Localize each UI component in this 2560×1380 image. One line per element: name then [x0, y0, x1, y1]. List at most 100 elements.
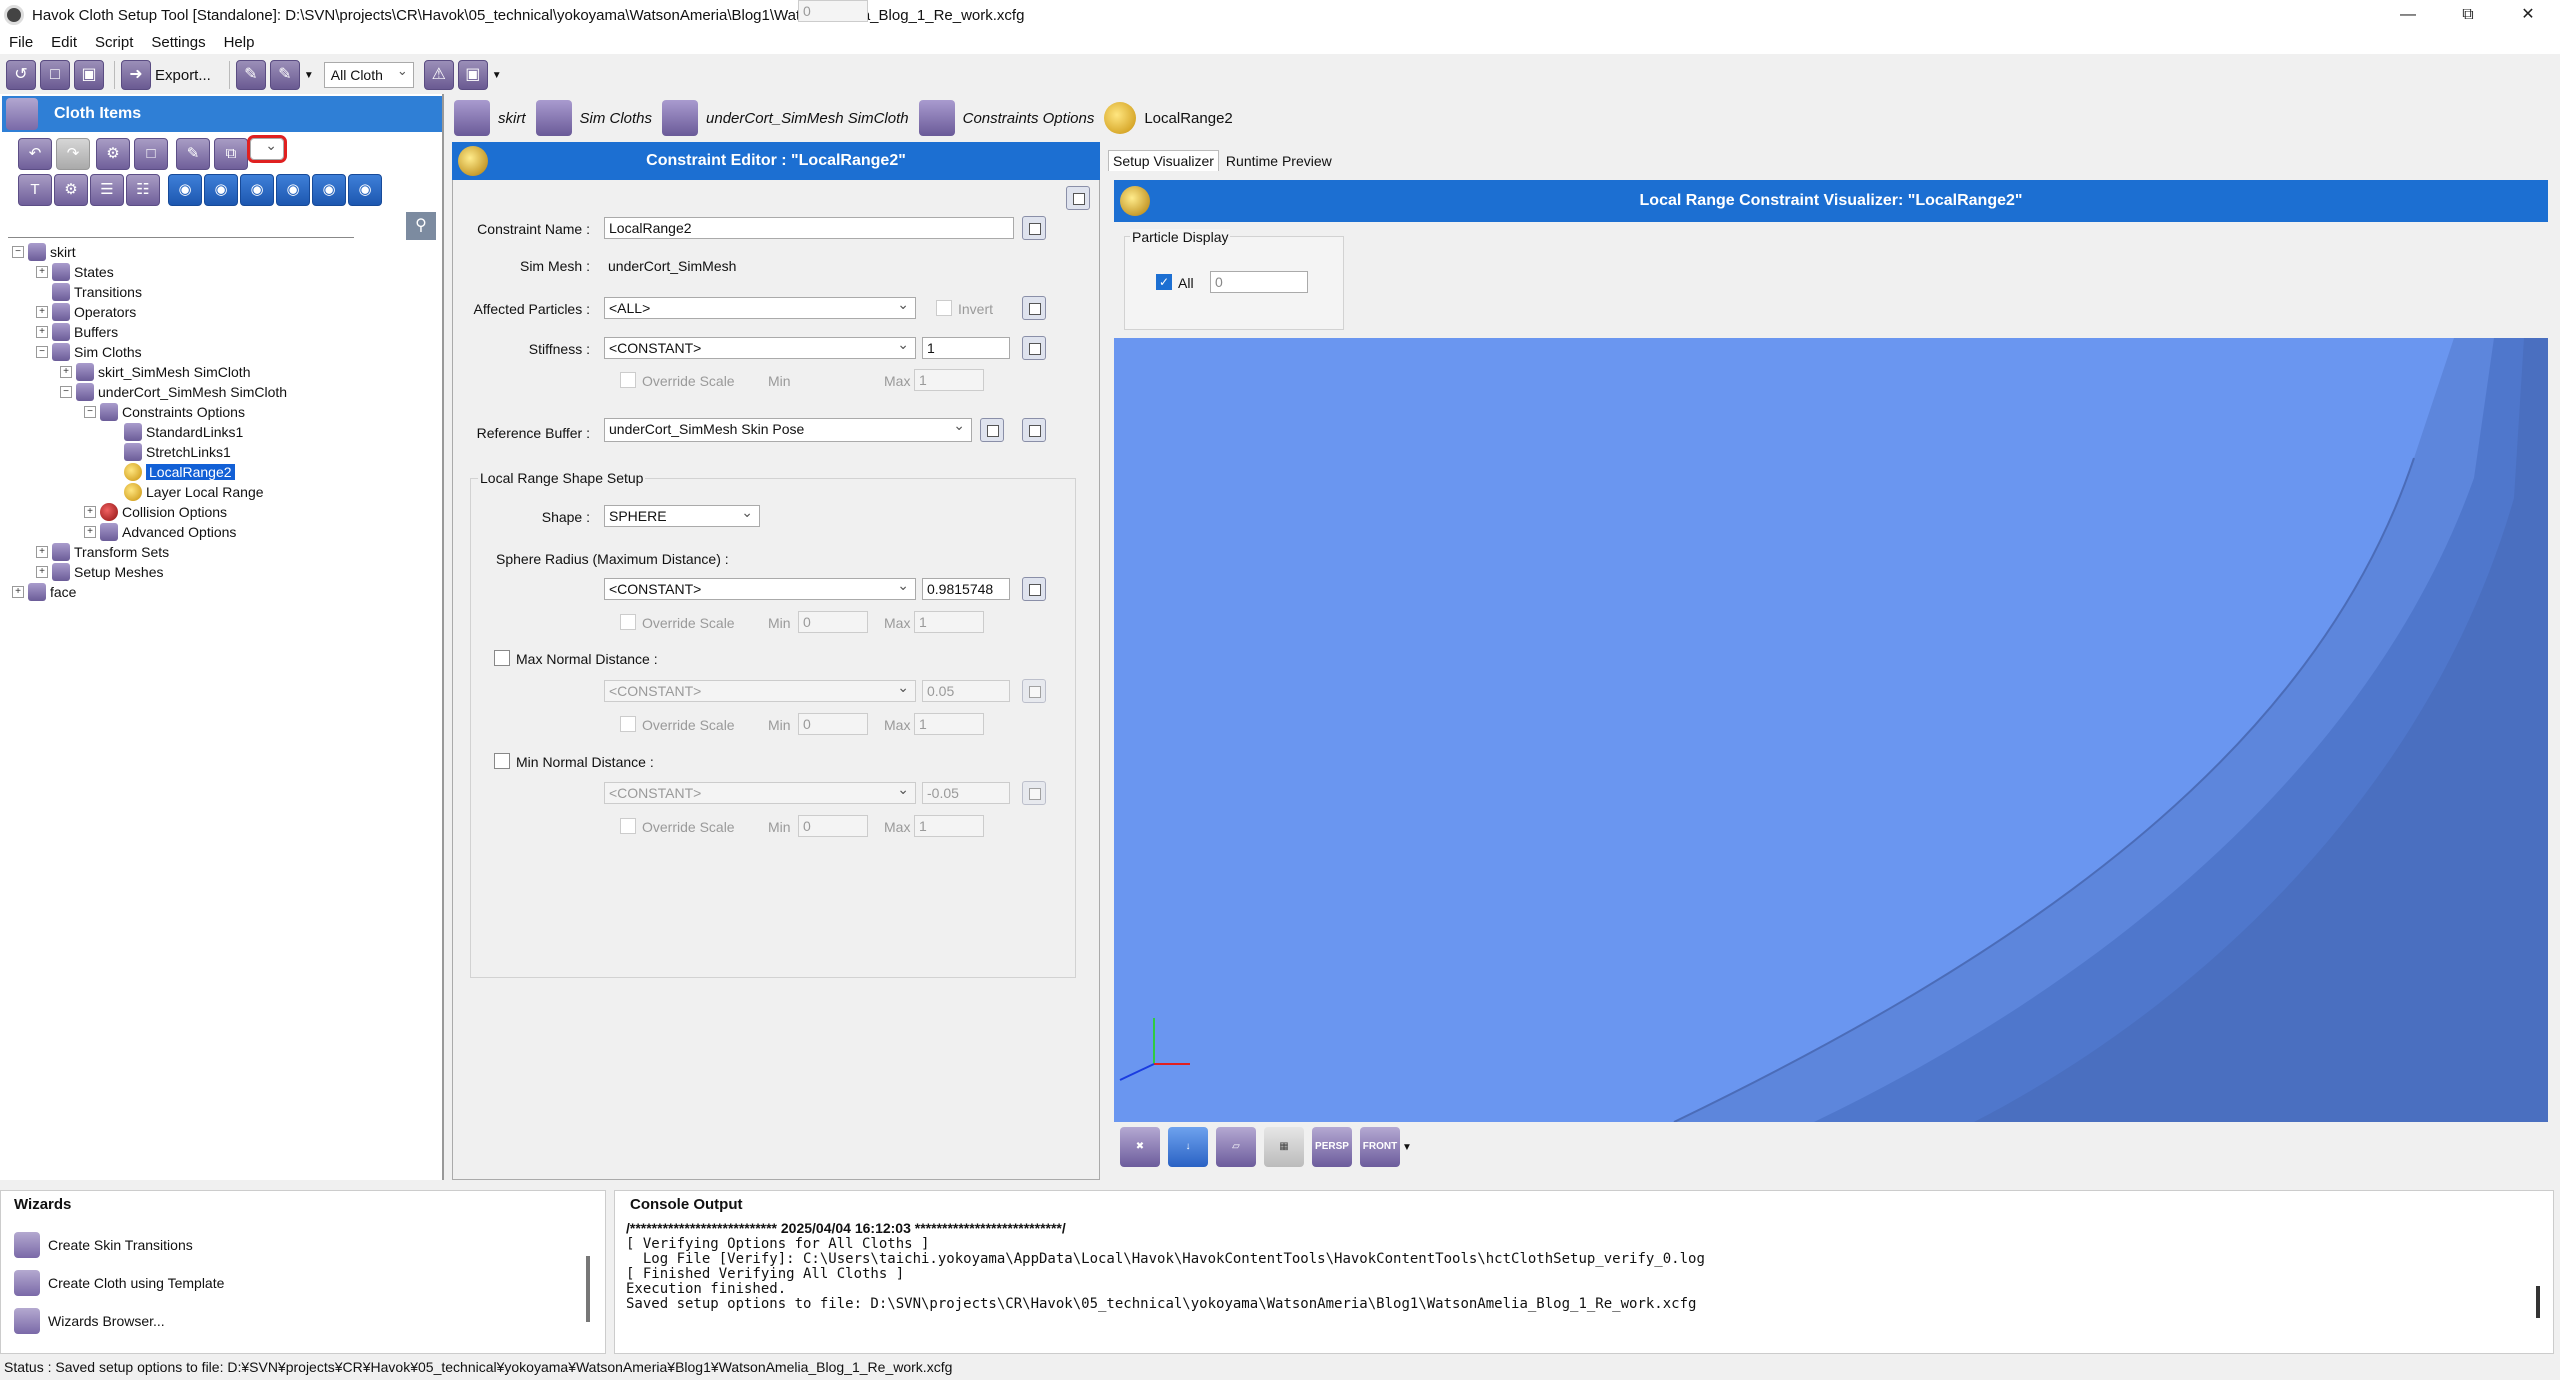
undo-icon[interactable]: ↶	[18, 138, 52, 170]
override-scale-checkbox[interactable]	[620, 818, 636, 834]
maximize-button[interactable]: ⧉	[2440, 0, 2496, 30]
add-mesh-icon[interactable]: ☷	[126, 174, 160, 206]
expander-icon[interactable]: +	[12, 586, 24, 598]
tab-skirt[interactable]: skirt	[454, 100, 526, 136]
min-normal-options-icon[interactable]	[1022, 781, 1046, 805]
save-icon[interactable]: ▣	[74, 60, 104, 90]
view-eye-icon[interactable]: ◉	[168, 174, 202, 206]
gear-icon[interactable]: ⚙	[96, 138, 130, 170]
front-button[interactable]: FRONT	[1360, 1127, 1400, 1167]
add-cloth-icon[interactable]: T	[18, 174, 52, 206]
max-normal-options-icon[interactable]	[1022, 679, 1046, 703]
expander-icon[interactable]: −	[36, 346, 48, 358]
warning-icon[interactable]: ⚠	[423, 60, 454, 90]
max-scale-input[interactable]: 1	[914, 815, 984, 837]
add-operator-icon[interactable]: ⚙	[54, 174, 88, 206]
tree-item-face[interactable]: + face	[12, 582, 76, 602]
tree-item-skirt-simcloth[interactable]: + skirt_SimMesh SimCloth	[60, 362, 250, 382]
document-icon[interactable]: □	[134, 138, 168, 170]
tree-item-standardlinks1[interactable]: StandardLinks1	[124, 422, 243, 442]
view-eye-icon[interactable]: ◉	[312, 174, 346, 206]
max-scale-input[interactable]: 1	[914, 611, 984, 633]
invert-checkbox[interactable]	[936, 300, 952, 316]
min-normal-input[interactable]: -0.05	[922, 782, 1010, 804]
tree-item-constraints-options[interactable]: − Constraints Options	[84, 402, 245, 422]
tree-item-states[interactable]: + States	[36, 262, 114, 282]
3d-viewport[interactable]	[1114, 338, 2548, 1122]
min-normal-mode-select[interactable]: <CONSTANT>	[604, 779, 916, 804]
expander-icon[interactable]: −	[84, 406, 96, 418]
tab-setup-visualizer[interactable]: Setup Visualizer	[1108, 150, 1219, 171]
export-icon[interactable]: ➜	[121, 60, 151, 90]
close-button[interactable]: ✕	[2500, 0, 2556, 30]
editor-options-icon[interactable]	[1066, 186, 1090, 210]
open-folder-icon[interactable]: □	[40, 60, 70, 90]
sphere-radius-mode-select[interactable]: <CONSTANT>	[604, 575, 916, 600]
expander-icon[interactable]: −	[12, 246, 24, 258]
tree-item-operators[interactable]: + Operators	[36, 302, 136, 322]
stiffness-mode-select[interactable]: <CONSTANT>	[604, 334, 916, 359]
expander-icon[interactable]: +	[36, 546, 48, 558]
chevron-down-icon[interactable]: ▼	[1402, 1142, 1412, 1153]
chevron-down-icon[interactable]: ▼	[492, 70, 502, 81]
tree-item-transform-sets[interactable]: + Transform Sets	[36, 542, 169, 562]
max-normal-mode-select[interactable]: <CONSTANT>	[604, 677, 916, 702]
sphere-radius-input[interactable]: 0.9815748	[922, 578, 1010, 600]
expander-icon[interactable]: +	[36, 326, 48, 338]
shape-select[interactable]: SPHERE	[604, 502, 760, 527]
tree-item-layer-local-range[interactable]: Layer Local Range	[124, 482, 264, 502]
menu-help[interactable]: Help	[215, 34, 264, 51]
search-icon[interactable]: ⚲	[406, 212, 436, 240]
reference-buffer-select[interactable]: underCort_SimMesh Skin Pose	[604, 415, 972, 442]
buffer-edit-icon[interactable]	[1022, 418, 1046, 442]
tree-item-transitions[interactable]: Transitions	[52, 282, 142, 302]
min-scale-input[interactable]: 0	[798, 713, 868, 735]
view-eye-icon[interactable]: ◉	[240, 174, 274, 206]
rename-icon[interactable]	[1022, 216, 1046, 240]
view-eye-icon[interactable]: ◉	[276, 174, 310, 206]
tab-undercort-simcloth[interactable]: underCort_SimMesh SimCloth	[662, 100, 909, 136]
console-scrollbar[interactable]	[2536, 1286, 2540, 1318]
tab-localrange2[interactable]: LocalRange2	[1104, 102, 1233, 134]
stiffness-value-input[interactable]: 1	[922, 337, 1010, 359]
chevron-down-icon[interactable]: ▼	[304, 70, 314, 81]
buffer-view-icon[interactable]	[980, 418, 1004, 442]
copy-icon[interactable]: ⧉	[214, 138, 248, 170]
min-scale-input[interactable]: 0	[798, 0, 868, 22]
expander-icon[interactable]: +	[84, 526, 96, 538]
add-buffer-icon[interactable]: ☰	[90, 174, 124, 206]
expander-icon[interactable]: +	[84, 506, 96, 518]
monitor-icon[interactable]: ▣	[457, 60, 488, 90]
override-scale-checkbox[interactable]	[620, 372, 636, 388]
minimize-button[interactable]: —	[2380, 0, 2436, 30]
tab-runtime-preview[interactable]: Runtime Preview	[1220, 150, 1337, 171]
min-scale-input[interactable]: 0	[798, 815, 868, 837]
sphere-radius-options-icon[interactable]	[1022, 577, 1046, 601]
expander-icon[interactable]: +	[36, 306, 48, 318]
menu-file[interactable]: File	[0, 34, 42, 51]
wizards-scrollbar[interactable]	[586, 1256, 590, 1322]
override-scale-checkbox[interactable]	[620, 716, 636, 732]
tree-item-advanced-options[interactable]: + Advanced Options	[84, 522, 236, 542]
tree-item-localrange2[interactable]: LocalRange2	[124, 462, 235, 482]
export-button[interactable]: Export...	[155, 67, 211, 84]
max-scale-input[interactable]: 1	[914, 713, 984, 735]
tree-item-collision-options[interactable]: + Collision Options	[84, 502, 227, 522]
grid-icon[interactable]: ▦	[1264, 1127, 1304, 1167]
delete-icon[interactable]: 🗑	[247, 135, 287, 163]
affected-particles-select[interactable]: <ALL>	[604, 294, 916, 319]
min-scale-input[interactable]: 0	[798, 611, 868, 633]
redo-icon[interactable]: ↷	[56, 138, 90, 170]
tab-constraints-options[interactable]: Constraints Options	[918, 100, 1094, 136]
reset-view-icon[interactable]: ✖	[1120, 1127, 1160, 1167]
expander-icon[interactable]: −	[60, 386, 72, 398]
menu-settings[interactable]: Settings	[142, 34, 214, 51]
max-scale-input[interactable]: 1	[914, 369, 984, 391]
expander-icon[interactable]: +	[60, 366, 72, 378]
expander-icon[interactable]: +	[36, 566, 48, 578]
particles-options-icon[interactable]	[1022, 296, 1046, 320]
persp-button[interactable]: PERSP	[1312, 1127, 1352, 1167]
edit-icon[interactable]: ✎	[235, 60, 266, 90]
tree-item-skirt[interactable]: − skirt	[12, 242, 76, 262]
tree-item-stretchlinks1[interactable]: StretchLinks1	[124, 442, 231, 462]
